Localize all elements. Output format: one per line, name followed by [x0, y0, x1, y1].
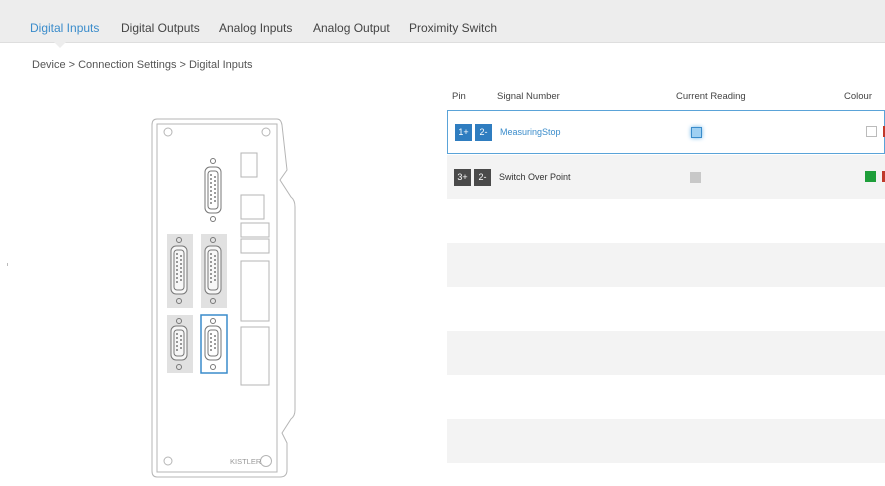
header-colour: Colour: [844, 91, 872, 102]
connector-middle-left: [167, 234, 193, 308]
empty-row: [447, 419, 885, 463]
reading-indicator-active: [691, 127, 702, 138]
brand-logo: KISTLER: [230, 457, 262, 466]
empty-row: [447, 375, 885, 419]
tab-analog-output[interactable]: Analog Output: [313, 21, 390, 35]
colour-swatch-white[interactable]: [866, 126, 877, 137]
tab-proximity-switch[interactable]: Proximity Switch: [409, 21, 497, 35]
connector-bottom-left: [167, 315, 193, 373]
empty-row: [447, 463, 885, 486]
table-header: Pin Signal Number Current Reading Colour: [447, 83, 885, 109]
empty-row: [447, 243, 885, 287]
pin-minus-badge: 2-: [474, 169, 491, 186]
table-row[interactable]: 1+ 2- MeasuringStop: [447, 110, 885, 154]
header-signal-number: Signal Number: [497, 91, 560, 102]
side-marker: [7, 263, 8, 266]
table-row[interactable]: 3+ 2- Switch Over Point: [447, 155, 885, 199]
header-pin: Pin: [452, 91, 466, 102]
signal-table: Pin Signal Number Current Reading Colour…: [447, 83, 885, 486]
connector-bottom-right-selected: [200, 314, 228, 374]
tab-digital-inputs[interactable]: Digital Inputs: [30, 21, 99, 35]
active-tab-pointer: [54, 42, 66, 48]
pin-plus-badge: 1+: [455, 124, 472, 141]
breadcrumb-separator: >: [179, 59, 186, 71]
tab-analog-inputs[interactable]: Analog Inputs: [219, 21, 292, 35]
signal-name-link[interactable]: MeasuringStop: [500, 127, 561, 137]
breadcrumb-digital-inputs: Digital Inputs: [188, 59, 253, 71]
breadcrumb: Device > Connection Settings > Digital Input…: [32, 59, 253, 71]
header-current-reading: Current Reading: [676, 91, 746, 102]
tab-bar: Digital Inputs Digital Outputs Analog In…: [0, 0, 885, 43]
signal-name[interactable]: Switch Over Point: [499, 172, 571, 182]
colour-swatch-green[interactable]: [865, 171, 876, 182]
device-diagram: KISTLER: [151, 118, 296, 478]
empty-row: [447, 199, 885, 243]
pin-minus-badge: 2-: [475, 124, 492, 141]
reading-indicator-inactive: [690, 172, 701, 183]
connector-top: [204, 158, 222, 222]
breadcrumb-device[interactable]: Device: [32, 59, 66, 71]
empty-row: [447, 331, 885, 375]
breadcrumb-separator: >: [68, 59, 76, 71]
empty-row: [447, 287, 885, 331]
tab-digital-outputs[interactable]: Digital Outputs: [121, 21, 200, 35]
breadcrumb-connection-settings[interactable]: Connection Settings: [78, 59, 176, 71]
pin-plus-badge: 3+: [454, 169, 471, 186]
connector-middle-right: [201, 234, 227, 308]
